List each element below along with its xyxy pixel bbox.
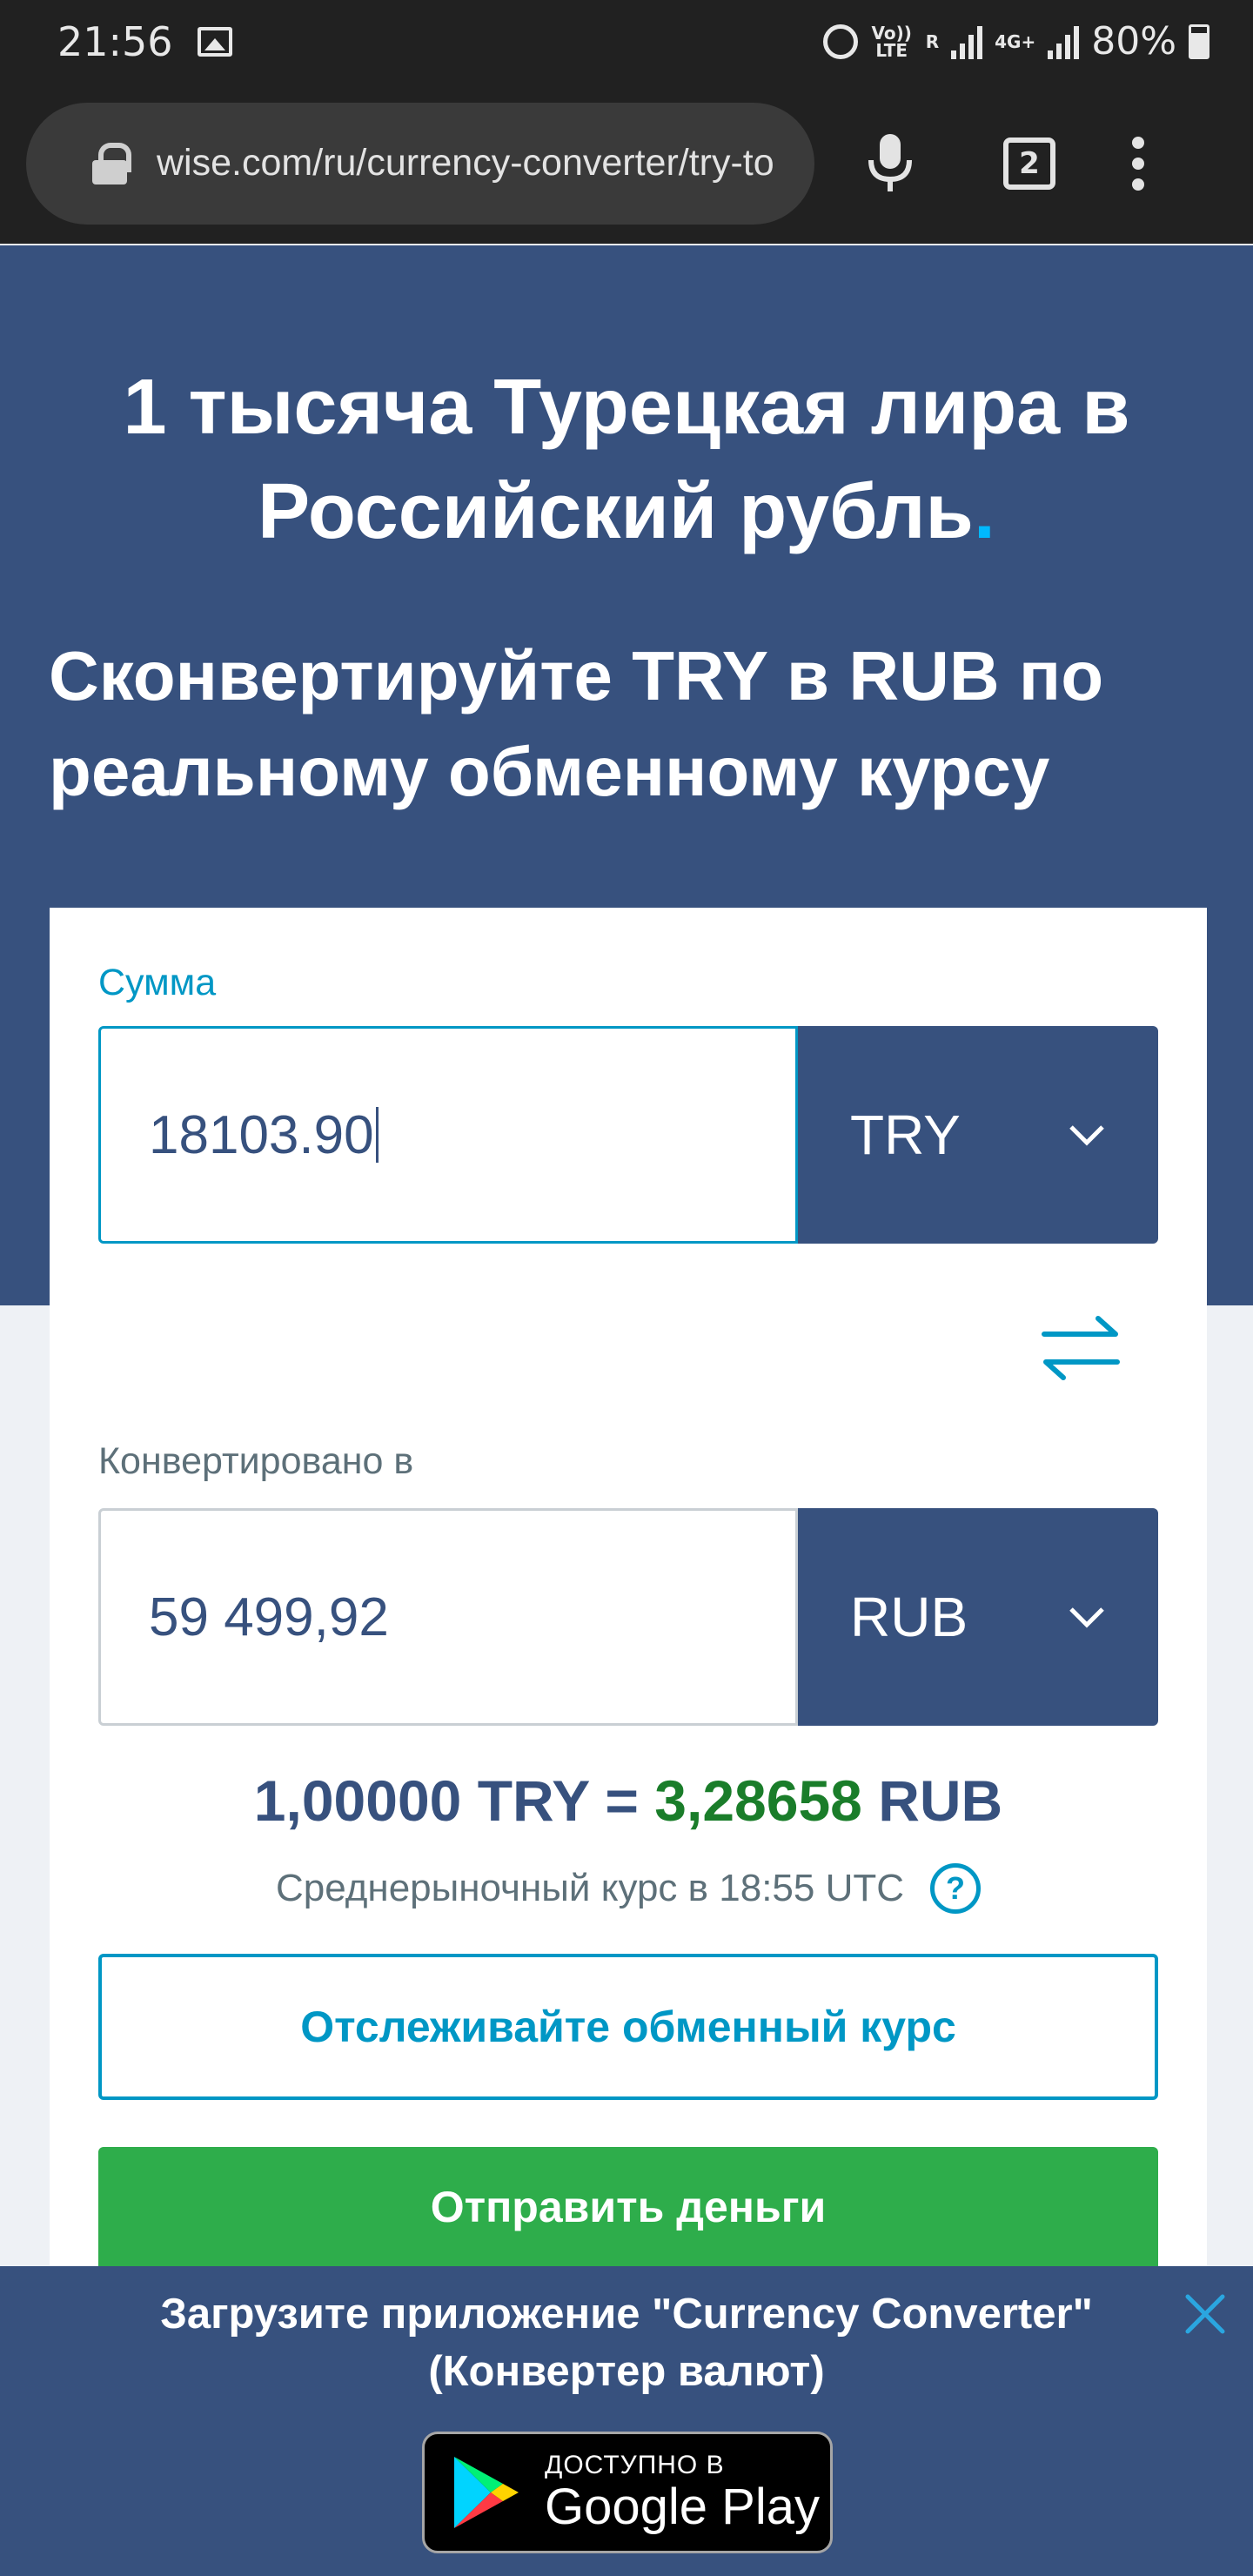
amount-label: Сумма: [98, 962, 217, 1003]
volte-label: Vo)) LTE: [871, 22, 912, 61]
swap-arrows-icon: [1042, 1316, 1120, 1380]
url-text[interactable]: wise.com/ru/currency-converter/try-to: [157, 142, 780, 184]
swap-currencies-button[interactable]: [1037, 1308, 1124, 1386]
google-play-available: ДОСТУПНО В: [545, 2451, 725, 2479]
converted-label: Конвертировано в: [98, 1440, 414, 1482]
chevron-down-icon: [1069, 1125, 1104, 1146]
converted-row: 59 499,92 RUB: [98, 1508, 1158, 1726]
banner-text-line1: Загрузите приложение "Currency Converter…: [160, 2291, 1093, 2338]
banner-close-button[interactable]: [1183, 2292, 1227, 2336]
roaming-label: R: [925, 30, 940, 52]
rate-right: RUB: [861, 1768, 1003, 1833]
rate-left: 1,00000 TRY =: [253, 1768, 655, 1833]
rate-note-text: Среднерыночный курс в 18:55 UTC: [275, 1867, 905, 1909]
status-bar: 21:56 Vo)) LTE R 4G+ 80%: [0, 0, 1253, 83]
rate-value: 3,28658: [654, 1768, 862, 1833]
google-play-name: Google Play: [545, 2479, 820, 2535]
network-4g-label: 4G+: [995, 30, 1036, 52]
app-download-banner: Загрузите приложение "Currency Converter…: [0, 2266, 1253, 2576]
chevron-down-icon: [1069, 1607, 1104, 1628]
exchange-rate: 1,00000 TRY = 3,28658 RUB: [50, 1768, 1207, 1834]
close-icon: [1185, 2294, 1225, 2334]
page-title: 1 тысяча Турецкая лира в Российский рубл…: [35, 355, 1218, 564]
status-time: 21:56: [57, 17, 173, 65]
signal-icon-2: [1048, 24, 1080, 59]
status-right: Vo)) LTE R 4G+ 80%: [822, 19, 1209, 64]
from-currency-code: TRY: [850, 1104, 961, 1166]
converted-input[interactable]: 59 499,92: [98, 1508, 798, 1726]
more-vertical-icon: [1132, 136, 1144, 191]
banner-text-line2: (Конвертер валют): [428, 2348, 825, 2395]
alarm-icon: [822, 23, 858, 59]
text-caret: [375, 1107, 379, 1163]
browser-toolbar: wise.com/ru/currency-converter/try-to 2: [0, 83, 1253, 244]
tab-switcher-button[interactable]: 2: [990, 111, 1069, 216]
battery-percent: 80%: [1091, 19, 1176, 64]
amount-row: 18103.90 TRY: [98, 1026, 1158, 1244]
voice-search-button[interactable]: [851, 111, 929, 216]
microphone-icon: [868, 133, 912, 191]
browser-menu-button[interactable]: [1112, 111, 1164, 216]
status-left: 21:56: [57, 18, 232, 65]
page-title-dot: .: [973, 468, 995, 555]
tab-count: 2: [1003, 137, 1055, 190]
battery-icon: [1189, 23, 1209, 59]
to-currency-code: RUB: [850, 1586, 968, 1648]
amount-value: 18103.90: [149, 1104, 374, 1165]
help-icon[interactable]: ?: [930, 1863, 982, 1914]
from-currency-select[interactable]: TRY: [798, 1026, 1158, 1244]
to-currency-select[interactable]: RUB: [798, 1508, 1158, 1726]
track-rate-button[interactable]: Отслеживайте обменный курс: [98, 1954, 1158, 2100]
page-subtitle: Сконвертируйте TRY в RUB по реальному об…: [49, 637, 1104, 810]
address-bar[interactable]: wise.com/ru/currency-converter/try-to: [26, 102, 814, 225]
signal-icon-1: [951, 24, 983, 59]
google-play-text: ДОСТУПНО В Google Play: [545, 2451, 820, 2534]
converted-value: 59 499,92: [149, 1587, 389, 1647]
banner-text: Загрузите приложение "Currency Converter…: [52, 2285, 1201, 2400]
lock-icon[interactable]: [92, 142, 131, 184]
amount-input[interactable]: 18103.90: [98, 1026, 798, 1244]
rate-note: Среднерыночный курс в 18:55 UTC ?: [50, 1863, 1207, 1914]
google-play-icon: [454, 2457, 519, 2528]
google-play-badge[interactable]: ДОСТУПНО В Google Play: [422, 2432, 833, 2553]
gallery-notification-icon: [197, 26, 232, 57]
